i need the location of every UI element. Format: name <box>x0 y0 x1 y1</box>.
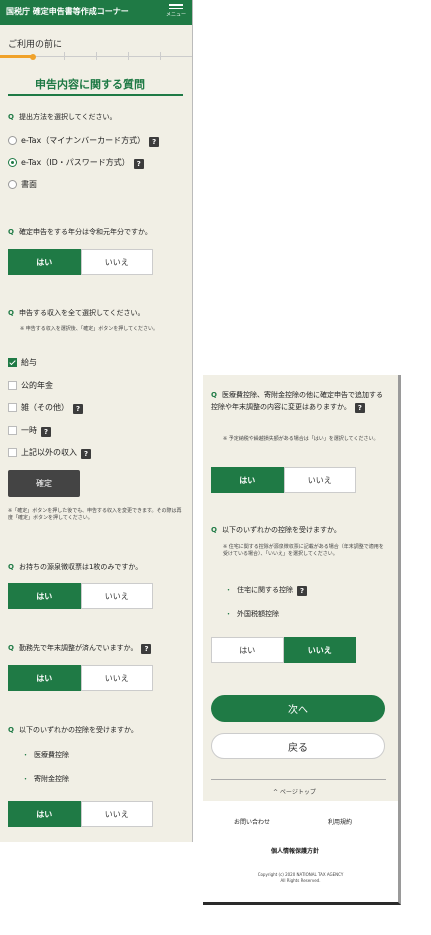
hamburger-icon <box>169 4 183 6</box>
next-button[interactable]: 次へ <box>211 695 385 722</box>
help-icon[interactable]: ? <box>297 586 307 596</box>
checkbox-icon <box>8 381 17 390</box>
radio-selected-icon <box>8 158 17 167</box>
checkbox-icon <box>8 448 17 457</box>
no-button[interactable]: いいえ <box>80 583 153 609</box>
page-top-link[interactable]: ^ ページトップ <box>273 787 316 796</box>
yes-button[interactable]: はい <box>8 801 81 827</box>
site-header: 国税庁 確定申告書等作成コーナー メニュー <box>0 0 192 25</box>
no-button[interactable]: いいえ <box>80 249 153 275</box>
yes-button[interactable]: はい <box>8 665 81 691</box>
radio-etax-id-password[interactable]: e-Tax（ID・パスワード方式）? <box>8 157 144 169</box>
list-item: ・外国税額控除 <box>225 610 279 618</box>
question-year-end-adjustment: Q 勤務先で年末調整が済んでいますか。? <box>8 642 152 654</box>
yes-button[interactable]: はい <box>211 637 284 663</box>
yes-button[interactable]: はい <box>8 249 81 275</box>
form-page-top: 国税庁 確定申告書等作成コーナー メニュー ご利用の前に 申告内容に関する質問 … <box>0 0 193 842</box>
help-icon[interactable]: ? <box>354 403 365 413</box>
menu-button[interactable]: メニュー <box>166 2 186 18</box>
radio-icon <box>8 136 17 145</box>
back-button[interactable]: 戻る <box>211 733 385 759</box>
section-divider <box>8 94 183 96</box>
yes-button[interactable]: はい <box>211 467 284 493</box>
question-mark: Q <box>8 113 14 121</box>
yes-no-withholding-slip: はい いいえ <box>8 583 153 609</box>
checkbox-temporary[interactable]: 一時? <box>8 425 51 437</box>
yes-no-year-end-adjustment: はい いいえ <box>8 665 153 691</box>
no-button[interactable]: いいえ <box>80 665 153 691</box>
yes-no-housing-deductions: はい いいえ <box>211 637 356 663</box>
radio-etax-mynumber[interactable]: e-Tax（マイナンバーカード方式）? <box>8 135 160 147</box>
checkbox-checked-icon <box>8 358 17 367</box>
radio-icon <box>8 180 17 189</box>
question-income-types: Q 申告する収入を全て選択してください。 <box>8 309 145 317</box>
help-icon[interactable]: ? <box>149 137 160 147</box>
yes-button[interactable]: はい <box>8 583 81 609</box>
help-icon[interactable]: ? <box>73 404 83 414</box>
question-additional-deductions: Q 医療費控除、寄附金控除の他に確定申告で追加する控除や年末調整の内容に変更はあり… <box>211 391 383 413</box>
checkbox-icon <box>8 426 17 435</box>
progress-marker <box>29 54 36 60</box>
yes-no-additional-deductions: はい いいえ <box>211 467 356 493</box>
checkbox-public-pension[interactable]: 公的年金 <box>8 380 53 391</box>
no-button[interactable]: いいえ <box>283 467 356 493</box>
checkbox-other-income[interactable]: 上記以外の収入? <box>8 447 91 459</box>
no-button[interactable]: いいえ <box>80 801 153 827</box>
list-item: ・医療費控除 <box>22 751 69 759</box>
list-item: ・住宅に関する控除? <box>225 585 307 596</box>
privacy-link[interactable]: 個人情報保護方針 <box>271 846 319 855</box>
radio-paper[interactable]: 書面 <box>8 179 37 190</box>
prepayment-note: ※ 予定納税や繰越損失額がある場合は「はい」を選択してください。 <box>223 436 379 442</box>
contact-link[interactable]: お問い合わせ <box>234 817 270 826</box>
income-note: ※ 申告する収入を選択後、「確定」ボタンを押してください。 <box>20 326 158 332</box>
help-icon[interactable]: ? <box>141 644 152 654</box>
help-icon[interactable]: ? <box>41 427 51 437</box>
question-withholding-slip: Q お持ちの源泉徴収票は1枚のみですか。 <box>8 563 143 571</box>
terms-link[interactable]: 利用規約 <box>328 817 352 826</box>
confirm-button[interactable]: 確定 <box>8 470 80 497</box>
question-submission-method: Q 提出方法を選択してください。 <box>8 113 117 121</box>
housing-note: ※ 住宅に関する控除が源泉徴収票に記載がある場合（年末調整で適用を受けている場合… <box>223 544 384 557</box>
breadcrumb: ご利用の前に <box>8 40 63 50</box>
site-footer: お問い合わせ 利用規約 個人情報保護方針 Copyright (c) 2020 … <box>203 801 398 902</box>
section-title: 申告内容に関する質問 <box>35 78 145 91</box>
checkbox-icon <box>8 403 17 412</box>
confirm-note: ※「確定」ボタンを押した後でも、申告する収入を変更できます。その際は再度「確定」… <box>8 508 182 521</box>
question-tax-year: Q 確定申告をする年分は令和元年分ですか。 <box>8 228 152 236</box>
question-deductions: Q 以下のいずれかの控除を受けますか。 <box>8 726 138 734</box>
no-button[interactable]: いいえ <box>283 637 356 663</box>
site-title: 国税庁 確定申告書等作成コーナー <box>6 7 129 16</box>
checkbox-misc[interactable]: 雑（その他）? <box>8 402 83 414</box>
copyright: Copyright (c) 2020 NATIONAL TAX AGENCY A… <box>257 872 344 883</box>
help-icon[interactable]: ? <box>81 449 91 459</box>
yes-no-deductions: はい いいえ <box>8 801 153 827</box>
progress-fill <box>0 55 33 58</box>
question-housing-deductions: Q 以下のいずれかの控除を受けますか。 <box>211 526 341 534</box>
form-page-bottom: Q 医療費控除、寄附金控除の他に確定申告で追加する控除や年末調整の内容に変更はあり… <box>203 375 401 905</box>
list-item: ・寄附金控除 <box>22 775 69 783</box>
menu-label: メニュー <box>166 12 187 18</box>
checkbox-salary[interactable]: 給与 <box>8 357 37 368</box>
footer-divider <box>211 779 386 780</box>
help-icon[interactable]: ? <box>133 159 144 169</box>
progress-bar <box>0 52 192 60</box>
yes-no-tax-year: はい いいえ <box>8 249 153 275</box>
